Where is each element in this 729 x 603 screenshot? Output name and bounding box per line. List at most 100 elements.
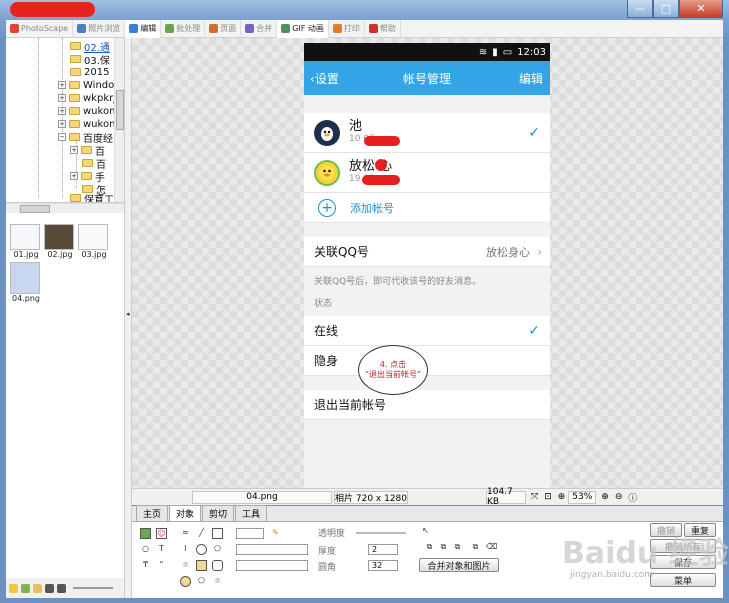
expand-icon[interactable]: + — [70, 146, 78, 154]
layer-icon[interactable]: ⧉ — [424, 542, 435, 553]
tab-combine[interactable]: 合并 — [241, 19, 278, 38]
rectangle-tool-icon[interactable] — [212, 528, 223, 539]
star-icon[interactable] — [9, 583, 18, 593]
spacer — [410, 490, 484, 504]
image-canvas[interactable]: ≋ ▮ ▭ 12:03 ‹设置 帐号管理 编辑 池 10 07 ✓ 放松 心 1… — [132, 38, 723, 488]
maximize-button[interactable]: □ — [653, 0, 679, 18]
image-tool-icon[interactable] — [140, 528, 151, 539]
star-fill-icon[interactable]: ☆ — [212, 576, 223, 587]
thumbnail-image — [10, 224, 40, 250]
collapse-icon[interactable]: − — [58, 133, 66, 141]
tree-item[interactable]: + wukon — [58, 105, 115, 117]
thumbnail-list: 01.jpg 02.jpg 03.jpg 04.png — [6, 220, 124, 575]
brush-tool-icon[interactable]: ≈ — [180, 528, 191, 539]
delete-icon[interactable]: ⌫ — [486, 542, 497, 553]
editor-icon — [129, 24, 139, 33]
rounded-rect-icon[interactable] — [212, 560, 223, 571]
pointer-icon[interactable]: ↖ — [420, 526, 431, 537]
tab-label: 编辑 — [140, 24, 157, 33]
tab-gif[interactable]: GIF 动画 — [277, 19, 329, 38]
thickness-input[interactable]: 2 — [368, 544, 398, 555]
arrow-left-icon[interactable] — [45, 583, 54, 593]
line-style-select[interactable] — [236, 544, 308, 555]
opacity-slider[interactable] — [356, 532, 406, 534]
tab-help[interactable]: 帮助 — [365, 19, 401, 38]
tree-item[interactable]: 03.保 — [70, 53, 110, 67]
photoscape-icon — [10, 24, 19, 33]
combine-objects-button[interactable]: 合并对象和图片 — [419, 558, 499, 572]
thumbnail-size-slider[interactable] — [73, 587, 113, 589]
arrow-right-icon[interactable] — [57, 583, 66, 593]
tab-batch[interactable]: 批处理 — [161, 19, 206, 38]
thumbnail-item[interactable]: 02.jpg — [44, 224, 76, 259]
redacted-title — [10, 2, 95, 17]
zoom-icon[interactable]: ⊕ — [558, 492, 566, 502]
zoom-out-icon[interactable]: ⊖ — [615, 492, 623, 502]
expand-icon[interactable]: + — [58, 107, 66, 115]
star-shape-icon[interactable]: ☆ — [180, 560, 191, 571]
collapse-arrow-icon[interactable]: ◂ — [126, 310, 130, 318]
pentagon-icon[interactable]: ⬠ — [196, 576, 207, 587]
tab-photoscape[interactable]: PhotoScape — [6, 19, 74, 38]
folder-open-icon[interactable] — [33, 583, 42, 593]
copy-icon[interactable]: ⧉ — [438, 542, 449, 553]
scroll-thumb[interactable] — [116, 90, 124, 130]
expand-icon[interactable]: + — [58, 120, 66, 128]
tab-objects[interactable]: 对象 — [169, 505, 202, 521]
fit-icon[interactable]: ⤧ — [531, 492, 538, 502]
tree-vertical-scrollbar[interactable] — [114, 38, 124, 202]
tree-horizontal-scrollbar[interactable] — [6, 203, 124, 213]
info-icon[interactable]: ⓘ — [628, 491, 637, 504]
panel-splitter[interactable]: ◂ — [124, 38, 132, 598]
thumbnail-item[interactable]: 03.jpg — [78, 224, 110, 259]
text-tool-icon[interactable]: T — [156, 544, 167, 555]
tree-item[interactable]: 2015 — [70, 66, 109, 78]
tab-crop[interactable]: 剪切 — [202, 505, 235, 521]
filled-ellipse-icon[interactable] — [180, 576, 191, 587]
lasso-tool-icon[interactable]: ⌇ — [180, 544, 191, 555]
line-tool-icon[interactable]: ╱ — [196, 528, 207, 539]
polygon-tool-icon[interactable]: ⬠ — [212, 544, 223, 555]
tree-item[interactable]: + wkpkrj — [58, 92, 116, 104]
scroll-thumb[interactable] — [20, 205, 50, 213]
stamp-tool-icon[interactable]: ₸ — [140, 560, 151, 571]
tree-item[interactable]: + Windo — [58, 79, 114, 91]
tab-print[interactable]: 打印 — [329, 19, 365, 38]
radius-input[interactable]: 32 — [368, 560, 398, 571]
tab-viewer[interactable]: 照片浏览 — [73, 19, 126, 38]
tab-page[interactable]: 页面 — [205, 19, 242, 38]
group-icon[interactable]: ⧉ — [470, 542, 481, 553]
actual-size-icon[interactable]: ⊡ — [544, 492, 552, 502]
minimize-button[interactable]: — — [627, 0, 653, 18]
color-swatch[interactable] — [236, 528, 264, 539]
tree-item[interactable]: − 百度经 — [58, 131, 113, 145]
tab-home[interactable]: 主页 — [136, 505, 169, 521]
tab-editor[interactable]: 编辑 — [125, 19, 162, 38]
icon-tool-icon[interactable]: ☺ — [156, 528, 167, 539]
expand-icon[interactable]: + — [58, 81, 66, 89]
line-end-select[interactable] — [236, 560, 308, 571]
tree-item[interactable]: 保育工 — [70, 192, 114, 202]
close-button[interactable]: ✕ — [679, 0, 723, 18]
speech-bubble-icon[interactable]: ○ — [140, 544, 151, 555]
expand-icon[interactable]: + — [70, 172, 78, 180]
thumbnail-item[interactable]: 01.jpg — [10, 224, 42, 259]
thumbnail-item-selected[interactable]: 04.png — [10, 262, 42, 303]
filled-rectangle-icon[interactable] — [196, 560, 207, 571]
expand-icon[interactable]: + — [58, 94, 66, 102]
tree-item[interactable]: + 百 — [70, 144, 105, 158]
zoom-in-icon[interactable]: ⊕ — [601, 492, 609, 502]
tree-item[interactable]: + 手 — [70, 170, 105, 184]
refresh-icon[interactable] — [21, 583, 30, 593]
tree-item[interactable]: 02.通 — [70, 40, 110, 54]
tree-item[interactable]: + wukon — [58, 118, 115, 130]
eyedropper-icon[interactable]: ✎ — [270, 528, 281, 539]
ellipse-tool-icon[interactable] — [196, 544, 207, 555]
quote-tool-icon[interactable]: “ — [156, 560, 167, 571]
tab-tools[interactable]: 工具 — [235, 505, 268, 521]
paste-icon[interactable]: ⧉ — [452, 542, 463, 553]
tree-item[interactable]: 百 — [82, 157, 106, 171]
watermark: Baidu 经验 — [562, 536, 729, 571]
signal-icon: ▮ — [492, 46, 498, 58]
menu-button[interactable]: 菜单 — [650, 573, 716, 587]
